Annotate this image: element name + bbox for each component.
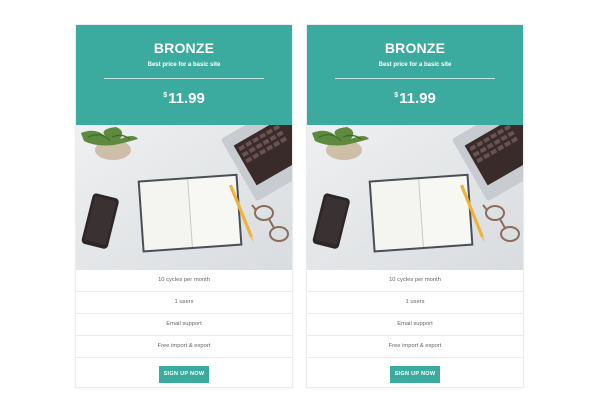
price-currency: $: [163, 92, 168, 99]
pricing-card-header: BRONZE Best price for a basic site $11.9…: [307, 25, 523, 125]
feature-item: Free import & export: [76, 336, 292, 358]
pricing-card-header: BRONZE Best price for a basic site $11.9…: [76, 25, 292, 125]
cta-container: SIGN UP NOW: [76, 362, 292, 383]
price-amount: 11.99: [399, 90, 436, 107]
desk-workspace-photo: [307, 125, 523, 270]
feature-item: 1 users: [76, 292, 292, 314]
plan-name: BRONZE: [384, 40, 446, 56]
price-amount: 11.99: [168, 90, 205, 107]
feature-item: 10 cycles per month: [76, 270, 292, 292]
price-currency: $: [394, 92, 399, 99]
plan-subtitle: Best price for a basic site: [378, 62, 452, 68]
feature-item: Free import & export: [307, 336, 523, 358]
plan-price: $11.99: [307, 90, 523, 107]
feature-item: Email support: [307, 314, 523, 336]
feature-item: Email support: [76, 314, 292, 336]
feature-item: 10 cycles per month: [307, 270, 523, 292]
header-divider: [104, 78, 264, 79]
pricing-card-bronze: BRONZE Best price for a basic site $11.9…: [75, 24, 293, 388]
cta-container: SIGN UP NOW: [307, 362, 523, 383]
feature-list: 10 cycles per month 1 users Email suppor…: [307, 270, 523, 358]
plan-subtitle: Best price for a basic site: [147, 62, 221, 68]
desk-workspace-photo: [76, 125, 292, 270]
plan-name: BRONZE: [153, 40, 215, 56]
sign-up-button[interactable]: SIGN UP NOW: [390, 366, 440, 383]
feature-item: 1 users: [307, 292, 523, 314]
pricing-card-bronze: BRONZE Best price for a basic site $11.9…: [306, 24, 524, 388]
sign-up-button[interactable]: SIGN UP NOW: [159, 366, 209, 383]
plan-price: $11.99: [76, 90, 292, 107]
feature-list: 10 cycles per month 1 users Email suppor…: [76, 270, 292, 358]
pricing-table: BRONZE Best price for a basic site $11.9…: [0, 0, 600, 412]
header-divider: [335, 78, 495, 79]
